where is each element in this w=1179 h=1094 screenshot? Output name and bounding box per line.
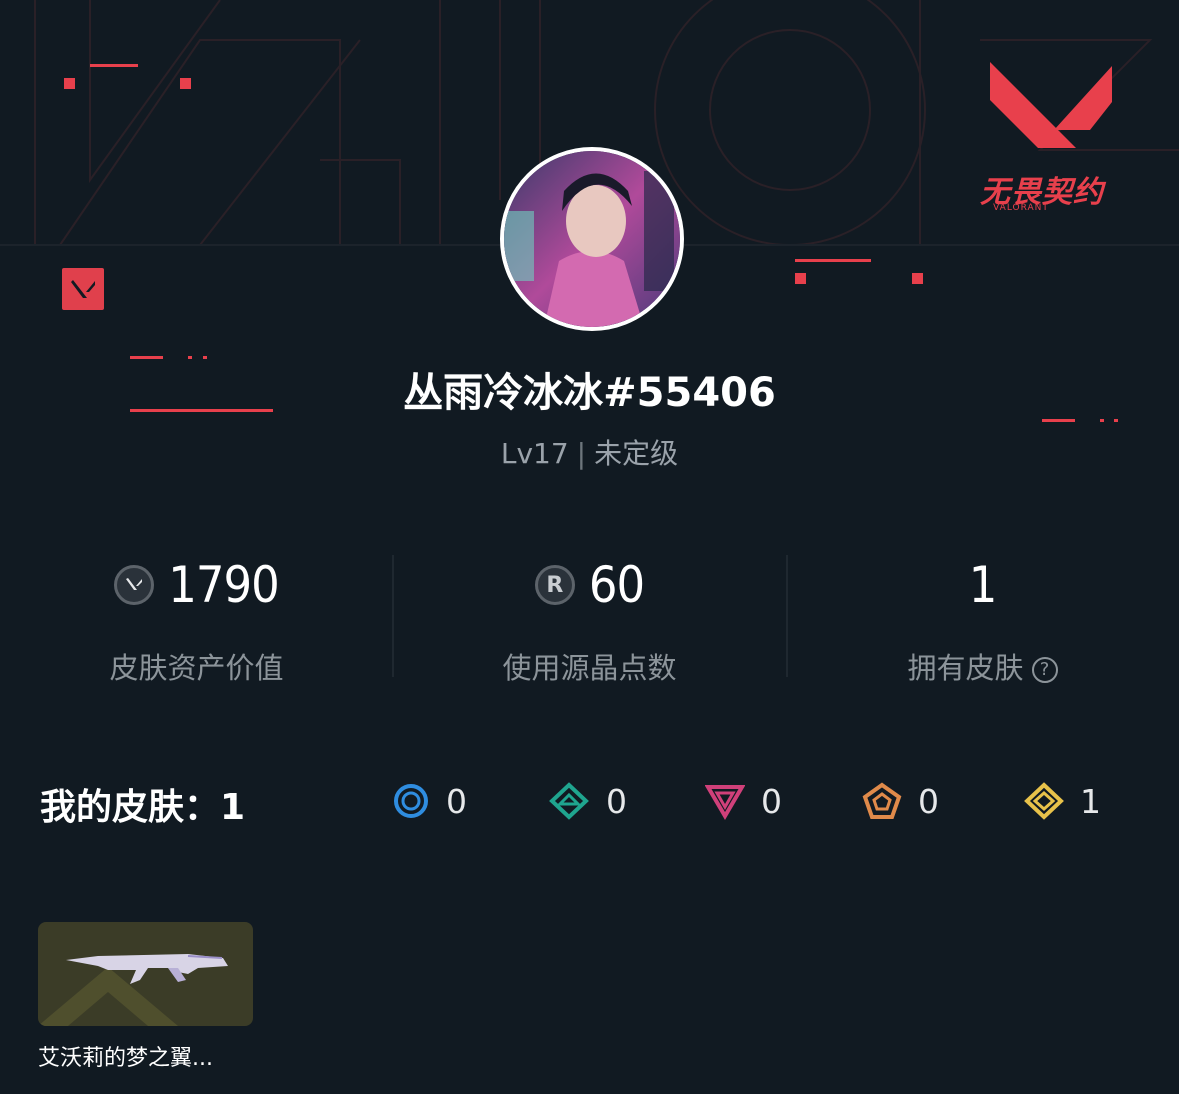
username: 丛雨冷冰冰#55406: [403, 370, 776, 416]
accent-dot: [795, 273, 806, 284]
player-level: Lv17: [500, 437, 569, 470]
avatar[interactable]: [500, 147, 684, 331]
stat-value: 1790: [168, 556, 279, 614]
accent-dot: [203, 356, 207, 359]
valorant-logo-icon: [62, 268, 104, 310]
tier-deluxe[interactable]: 0: [548, 778, 627, 824]
accent-dot: [1114, 419, 1118, 422]
tier-premium[interactable]: 0: [705, 778, 782, 824]
skin-card[interactable]: [38, 922, 253, 1026]
tier-count: 1: [1080, 781, 1101, 821]
accent-dash: [130, 356, 163, 359]
stat-label: 皮肤资产价值: [109, 651, 284, 685]
accent-dash: [1042, 419, 1075, 422]
stat-skin-value: 1790 皮肤资产价值: [0, 555, 393, 687]
select-tier-icon: [394, 784, 428, 818]
stat-owned-skins: 1 拥有皮肤?: [786, 555, 1179, 687]
ultra-tier-icon: [1024, 782, 1064, 820]
tier-select[interactable]: 0: [392, 778, 467, 824]
stat-label-text: 拥有皮肤: [907, 651, 1024, 685]
level-line: Lv17 | 未定级: [0, 432, 1179, 472]
accent-dash: [795, 259, 871, 262]
tier-count: 0: [918, 781, 939, 821]
tier-count: 0: [606, 781, 627, 821]
stat-value: 1: [968, 556, 998, 614]
skins-title: 我的皮肤：1: [40, 787, 246, 828]
skin-name[interactable]: 艾沃莉的梦之翼...: [38, 1040, 213, 1072]
brand-subtitle: VALORANT: [993, 203, 1049, 213]
exclusive-tier-icon: [862, 782, 902, 819]
tier-count: 0: [446, 781, 467, 821]
tier-count: 0: [761, 781, 782, 821]
deluxe-tier-icon: [549, 782, 589, 820]
accent-dot: [188, 356, 192, 359]
accent-dot: [64, 78, 75, 89]
stat-label: 使用源晶点数: [502, 651, 677, 685]
stat-radianite: R 60 使用源晶点数: [393, 555, 786, 687]
radianite-points-icon: R: [534, 565, 575, 605]
tier-ultra[interactable]: 1: [1024, 778, 1101, 824]
accent-dot: [1100, 419, 1104, 422]
stat-label: 拥有皮肤?: [786, 645, 1179, 687]
help-icon[interactable]: ?: [1031, 657, 1058, 683]
accent-dash: [90, 64, 138, 67]
accent-dot: [912, 273, 923, 284]
player-rank: 未定级: [594, 437, 679, 470]
tier-exclusive[interactable]: 0: [862, 778, 939, 824]
level-separator: |: [576, 437, 587, 470]
stat-value: 60: [588, 556, 645, 614]
accent-dot: [180, 78, 191, 89]
rifle-skin-image: [38, 954, 228, 1026]
premium-tier-icon: [705, 785, 745, 820]
valorant-points-icon: [114, 565, 155, 605]
